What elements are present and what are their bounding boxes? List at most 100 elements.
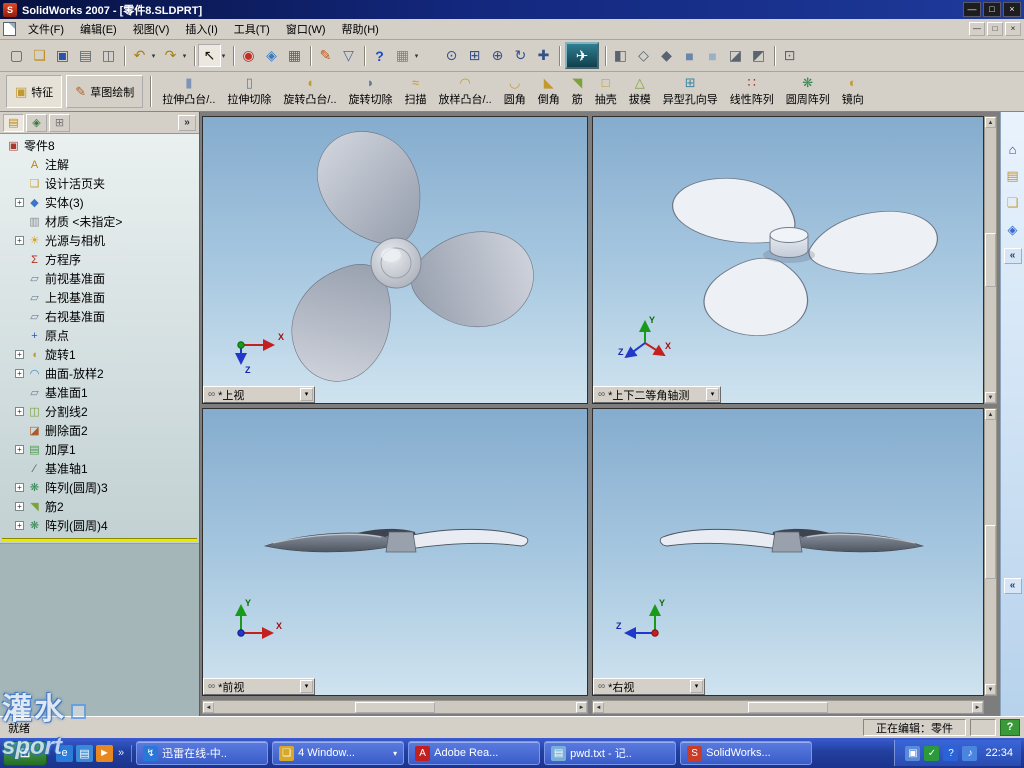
expand-toggle-icon[interactable]: + xyxy=(15,369,24,378)
feature-button[interactable]: ▯ 拉伸切除 xyxy=(221,74,277,109)
scroll-thumb[interactable] xyxy=(985,233,996,287)
scroll-thumb[interactable] xyxy=(355,701,435,713)
scroll-down-icon[interactable]: ▼ xyxy=(985,392,996,403)
rotate-view-icon[interactable]: ↻ xyxy=(509,44,532,67)
dropdown-caret-icon[interactable]: ▾ xyxy=(218,44,229,67)
plugin-button[interactable]: ✈ xyxy=(565,42,599,69)
home-icon[interactable]: ⌂ xyxy=(1004,140,1022,158)
section-view-icon[interactable]: ◩ xyxy=(747,44,770,67)
start-button[interactable]: ⊞ xyxy=(3,740,47,766)
volume-tray-icon[interactable]: ♪ xyxy=(962,745,978,761)
fullscreen-icon[interactable]: ⊡ xyxy=(778,44,801,67)
commandmanager-tab[interactable]: ▣ 特征 xyxy=(6,75,63,108)
feature-button[interactable]: ◣ 倒角 xyxy=(532,74,566,109)
minimize-button[interactable]: — xyxy=(963,2,981,17)
tree-item[interactable]: ❏ 设计活页夹 xyxy=(2,174,199,193)
tree-item[interactable]: + ◆ 实体(3) xyxy=(2,193,199,212)
feature-button[interactable]: ◥ 筋 xyxy=(566,74,589,109)
save-icon[interactable]: ▣ xyxy=(51,44,74,67)
tree-item[interactable]: + ☀ 光源与相机 xyxy=(2,231,199,250)
dropdown-caret-icon[interactable]: ▾ xyxy=(148,44,159,67)
scroll-left-icon[interactable]: ◄ xyxy=(203,701,214,713)
internet-explorer-icon[interactable]: e xyxy=(56,744,73,762)
pan-icon[interactable]: ✚ xyxy=(532,44,555,67)
tree-item[interactable]: + ◠ 曲面-放样2 xyxy=(2,364,199,383)
viewport-right-view[interactable]: Y Z ∞ *右视 ▾ xyxy=(592,408,984,696)
tree-item[interactable]: + ◖ 旋转1 xyxy=(2,345,199,364)
expand-toggle-icon[interactable]: + xyxy=(15,502,24,511)
mdi-minimize-button[interactable]: — xyxy=(969,22,985,36)
wireframe-icon[interactable]: ◇ xyxy=(632,44,655,67)
feature-button[interactable]: ≈ 扫描 xyxy=(399,74,433,109)
print-preview-icon[interactable]: ◫ xyxy=(97,44,120,67)
quick-tips-help-button[interactable]: ? xyxy=(1000,719,1020,736)
viewport-horizontal-scrollbar[interactable]: ◄ ► xyxy=(202,700,588,714)
open-folder-icon[interactable]: ❏ xyxy=(28,44,51,67)
edit-color-icon[interactable]: ◈ xyxy=(260,44,283,67)
viewport-horizontal-scrollbar[interactable]: ◄ ► xyxy=(592,700,984,714)
view-orientation-icon[interactable]: ◧ xyxy=(609,44,632,67)
expand-toggle-icon[interactable]: + xyxy=(15,521,24,530)
viewport-front-view[interactable]: Y X ∞ *前视 ▾ xyxy=(202,408,588,696)
tree-item[interactable]: + ▤ 加厚1 xyxy=(2,440,199,459)
active-document-icon[interactable] xyxy=(3,22,16,36)
viewport-top-view[interactable]: X Z ∞ *上视 ▾ xyxy=(202,116,588,404)
commandmanager-tab[interactable]: ✎ 草图绘制 xyxy=(66,75,144,108)
tree-item[interactable]: Σ 方程序 xyxy=(2,250,199,269)
expand-toggle-icon[interactable]: + xyxy=(15,407,24,416)
file-explorer-icon[interactable]: ❏ xyxy=(1004,194,1022,212)
tree-item[interactable]: + ❋ 阵列(圆周)3 xyxy=(2,478,199,497)
tree-item[interactable]: + ◫ 分割线2 xyxy=(2,402,199,421)
scroll-down-icon[interactable]: ▼ xyxy=(985,684,996,695)
tree-item[interactable]: ▱ 基准面1 xyxy=(2,383,199,402)
shaded-with-edges-icon[interactable]: ■ xyxy=(678,44,701,67)
zoom-to-fit-icon[interactable]: ⊙ xyxy=(440,44,463,67)
viewport-vertical-scrollbar[interactable]: ▲ ▼ xyxy=(984,116,997,404)
scroll-left-icon[interactable]: ◄ xyxy=(593,701,604,713)
panel-collapse-chevron[interactable]: » xyxy=(178,114,196,131)
tree-item[interactable]: ▥ 材质 <未指定> xyxy=(2,212,199,231)
menu-item[interactable]: 编辑(E) xyxy=(72,18,125,40)
taskbar-button[interactable]: A Adobe Rea... xyxy=(408,741,541,765)
taskbar-button[interactable]: S SolidWorks... xyxy=(680,741,813,765)
texture-icon[interactable]: ▦ xyxy=(283,44,306,67)
menu-item[interactable]: 帮助(H) xyxy=(334,18,387,40)
tree-item[interactable]: ◪ 删除面2 xyxy=(2,421,199,440)
app-tray-icon[interactable]: ▣ xyxy=(905,745,921,761)
tree-item[interactable]: ▱ 上视基准面 xyxy=(2,288,199,307)
scroll-up-icon[interactable]: ▲ xyxy=(985,117,996,128)
scroll-right-icon[interactable]: ► xyxy=(972,701,983,713)
viewport-vertical-scrollbar[interactable]: ▲ ▼ xyxy=(984,408,997,696)
dropdown-caret-icon[interactable]: ▾ xyxy=(411,44,422,67)
selection-filter-icon[interactable]: ▽ xyxy=(337,44,360,67)
expand-toggle-icon[interactable]: + xyxy=(15,350,24,359)
menu-item[interactable]: 窗口(W) xyxy=(278,18,334,40)
antivirus-tray-icon[interactable]: ✓ xyxy=(924,745,940,761)
feature-button[interactable]: ◠ 放样凸台/.. xyxy=(433,74,498,109)
expand-toggle-icon[interactable]: + xyxy=(15,445,24,454)
rollback-bar[interactable] xyxy=(2,538,197,541)
security-alert-tray-icon[interactable]: ? xyxy=(943,745,959,761)
taskbar-button[interactable]: ❏ 4 Window... ▾ xyxy=(272,741,405,765)
dropdown-caret-icon[interactable]: ▾ xyxy=(179,44,190,67)
tree-item[interactable]: ∕ 基准轴1 xyxy=(2,459,199,478)
taskbar-button[interactable]: ↯ 迅雷在线-中.. xyxy=(136,741,269,765)
mdi-close-button[interactable]: × xyxy=(1005,22,1021,36)
feature-button[interactable]: ◐ 镜向 xyxy=(836,74,870,109)
scroll-thumb[interactable] xyxy=(748,701,828,713)
taskbar-button[interactable]: ▤ pwd.txt - 记.. xyxy=(544,741,677,765)
expand-toggle-icon[interactable]: + xyxy=(15,483,24,492)
zoom-in-out-icon[interactable]: ⊕ xyxy=(486,44,509,67)
mdi-restore-button[interactable]: □ xyxy=(987,22,1003,36)
scroll-thumb[interactable] xyxy=(985,525,996,579)
feature-button[interactable]: ❋ 圆周阵列 xyxy=(780,74,836,109)
show-desktop-icon[interactable]: ▤ xyxy=(76,744,93,762)
new-document-icon[interactable]: ▢ xyxy=(5,44,28,67)
tree-item[interactable]: + 原点 xyxy=(2,326,199,345)
view-dropdown-button[interactable]: ▾ xyxy=(300,680,313,693)
expand-toggle-icon[interactable]: + xyxy=(15,236,24,245)
sketch-icon[interactable]: ✎ xyxy=(314,44,337,67)
tree-item[interactable]: + ❋ 阵列(圆周)4 xyxy=(2,516,199,535)
hidden-lines-removed-icon[interactable]: ◆ xyxy=(655,44,678,67)
scroll-right-icon[interactable]: ► xyxy=(576,701,587,713)
